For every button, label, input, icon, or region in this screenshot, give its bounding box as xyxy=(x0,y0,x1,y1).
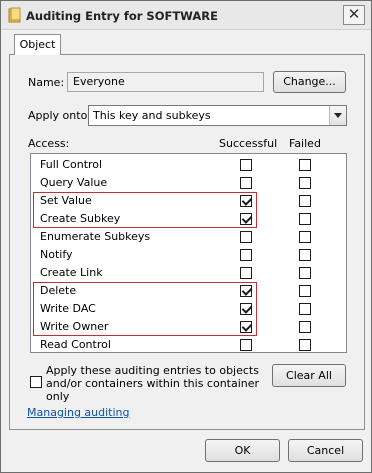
failed-checkbox[interactable] xyxy=(299,285,311,297)
access-list: Full Control Query Value Set Value Creat… xyxy=(30,153,347,353)
access-row-full-control: Full Control xyxy=(31,156,346,174)
failed-column-header: Failed xyxy=(289,137,321,150)
tab-object[interactable]: Object xyxy=(14,34,61,55)
access-row-label: Notify xyxy=(40,248,73,261)
name-field: Everyone xyxy=(67,72,264,92)
apply-children-label-line2: and/or containers within this container xyxy=(46,377,260,390)
access-row-label: Set Value xyxy=(40,194,92,207)
successful-checkbox[interactable] xyxy=(240,159,252,171)
successful-column-header: Successful xyxy=(219,137,278,150)
apply-children-label-line3: only xyxy=(46,390,70,403)
access-row-label: Create Link xyxy=(40,266,103,279)
access-row-set-value: Set Value xyxy=(31,192,346,210)
successful-checkbox[interactable] xyxy=(240,267,252,279)
successful-checkbox[interactable] xyxy=(240,195,252,207)
chevron-down-icon[interactable] xyxy=(329,106,346,125)
access-row-write-dac: Write DAC xyxy=(31,300,346,318)
access-row-label: Full Control xyxy=(40,158,103,171)
failed-checkbox[interactable] xyxy=(299,159,311,171)
apply-children-checkbox[interactable] xyxy=(30,376,42,388)
access-row-label: Write Owner xyxy=(40,320,109,333)
failed-checkbox[interactable] xyxy=(299,267,311,279)
name-label: Name: xyxy=(28,76,65,89)
close-button[interactable]: ✕ xyxy=(343,5,365,25)
access-row-label: Write DAC xyxy=(40,302,96,315)
successful-checkbox[interactable] xyxy=(240,303,252,315)
ok-button[interactable]: OK xyxy=(205,439,280,462)
failed-checkbox[interactable] xyxy=(299,321,311,333)
access-row-create-subkey: Create Subkey xyxy=(31,210,346,228)
access-label: Access: xyxy=(28,137,70,150)
successful-checkbox[interactable] xyxy=(240,339,252,351)
access-row-label: Delete xyxy=(40,284,77,297)
apply-onto-value: This key and subkeys xyxy=(93,109,211,122)
access-row-label: Create Subkey xyxy=(40,212,121,225)
successful-checkbox[interactable] xyxy=(240,285,252,297)
failed-checkbox[interactable] xyxy=(299,231,311,243)
successful-checkbox[interactable] xyxy=(240,213,252,225)
access-row-write-owner: Write Owner xyxy=(31,318,346,336)
title-bar: Auditing Entry for SOFTWARE ✕ xyxy=(1,1,371,30)
successful-checkbox[interactable] xyxy=(240,321,252,333)
managing-auditing-link[interactable]: Managing auditing xyxy=(27,406,130,419)
failed-checkbox[interactable] xyxy=(299,249,311,261)
access-row-enumerate-subkeys: Enumerate Subkeys xyxy=(31,228,346,246)
access-row-notify: Notify xyxy=(31,246,346,264)
change-button[interactable]: Change... xyxy=(273,71,346,93)
successful-checkbox[interactable] xyxy=(240,231,252,243)
folder-icon xyxy=(8,7,21,23)
access-row-read-control: Read Control xyxy=(31,336,346,354)
apply-onto-select[interactable]: This key and subkeys xyxy=(88,105,347,126)
access-row-create-link: Create Link xyxy=(31,264,346,282)
successful-checkbox[interactable] xyxy=(240,177,252,189)
window-title: Auditing Entry for SOFTWARE xyxy=(26,9,218,23)
access-row-delete: Delete xyxy=(31,282,346,300)
apply-onto-label: Apply onto: xyxy=(28,109,92,122)
auditing-entry-dialog: Auditing Entry for SOFTWARE ✕ Object Nam… xyxy=(0,0,372,473)
failed-checkbox[interactable] xyxy=(299,339,311,351)
access-row-query-value: Query Value xyxy=(31,174,346,192)
failed-checkbox[interactable] xyxy=(299,213,311,225)
close-icon: ✕ xyxy=(347,5,361,23)
failed-checkbox[interactable] xyxy=(299,177,311,189)
failed-checkbox[interactable] xyxy=(299,195,311,207)
cancel-button[interactable]: Cancel xyxy=(288,439,363,462)
failed-checkbox[interactable] xyxy=(299,303,311,315)
access-row-label: Query Value xyxy=(40,176,108,189)
apply-children-label-line1: Apply these auditing entries to objects xyxy=(46,364,259,377)
access-row-label: Enumerate Subkeys xyxy=(40,230,151,243)
successful-checkbox[interactable] xyxy=(240,249,252,261)
access-row-label: Read Control xyxy=(40,338,111,351)
clear-all-button[interactable]: Clear All xyxy=(272,364,346,387)
